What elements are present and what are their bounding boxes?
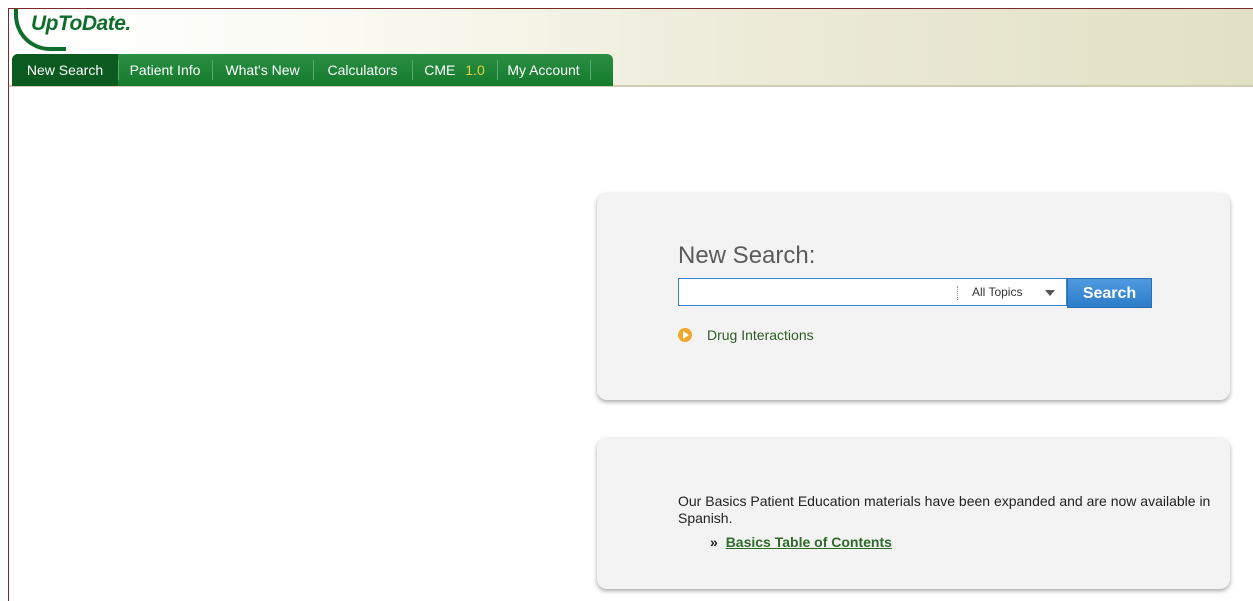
topic-divider	[957, 286, 958, 300]
nav-whats-new[interactable]: What's New	[213, 54, 312, 86]
nav-patient-info[interactable]: Patient Info	[119, 54, 211, 86]
frame-top-border	[8, 8, 1253, 9]
nav-label: Patient Info	[129, 62, 201, 78]
frame-left-border	[8, 8, 9, 601]
nav-label: What's New	[225, 62, 300, 78]
nav-label: Calculators	[327, 62, 398, 78]
basics-toc-link[interactable]: Basics Table of Contents	[726, 534, 892, 550]
chevron-down-icon[interactable]	[1045, 290, 1055, 296]
search-button[interactable]: Search	[1067, 278, 1152, 308]
cme-credit-badge: 1.0	[465, 62, 485, 78]
search-box: All Topics	[678, 278, 1067, 306]
nav-divider	[590, 60, 591, 80]
announcement-panel: Our Basics Patient Education materials h…	[597, 438, 1230, 589]
announcement-text: Our Basics Patient Education materials h…	[678, 493, 1211, 526]
nav-label: New Search	[26, 62, 104, 78]
search-panel: New Search: All Topics Search Drug Inter…	[597, 193, 1230, 400]
link-bullet: »	[710, 534, 718, 550]
search-input[interactable]	[679, 279, 949, 305]
topic-select[interactable]: All Topics	[972, 279, 1022, 305]
window-top-margin	[0, 0, 1253, 8]
uptodate-logo[interactable]: UpToDate.	[12, 9, 152, 52]
nav-cme[interactable]: CME 1.0	[413, 54, 496, 86]
main-nav: New Search Patient Info What's New Calcu…	[12, 54, 613, 86]
drug-interactions-label: Drug Interactions	[707, 327, 814, 343]
search-heading: New Search:	[678, 242, 816, 269]
nav-calculators[interactable]: Calculators	[314, 54, 411, 86]
nav-my-account[interactable]: My Account	[498, 54, 589, 86]
nav-new-search[interactable]: New Search	[12, 54, 118, 86]
basics-link-row: » Basics Table of Contents	[710, 534, 892, 551]
nav-label: My Account	[507, 62, 580, 78]
logo-text: UpToDate.	[31, 12, 131, 35]
nav-label: CME	[424, 62, 456, 78]
play-arrow-icon	[678, 328, 692, 342]
